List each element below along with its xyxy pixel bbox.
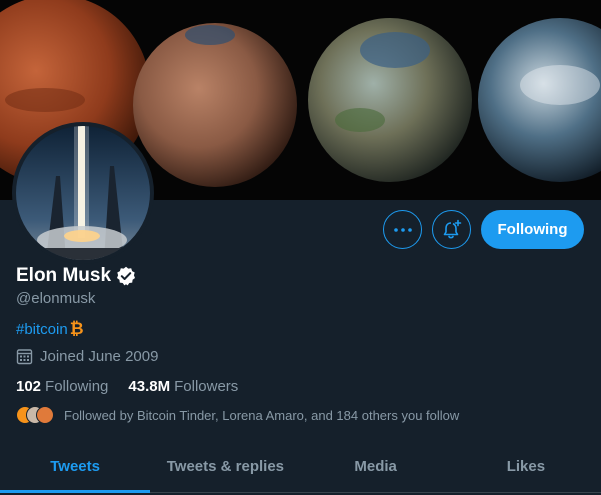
display-name: Elon Musk [16, 265, 112, 286]
followers-count: 43.8M [128, 378, 171, 395]
following-label: Following [45, 378, 109, 395]
profile-tabs: Tweets Tweets & replies Media Likes [0, 440, 601, 493]
more-options-button[interactable] [383, 210, 422, 249]
bio-hashtag-link[interactable]: #bitcoin [16, 321, 68, 338]
tab-media[interactable]: Media [301, 440, 451, 492]
join-date-text: Joined June 2009 [40, 348, 159, 365]
join-date: Joined June 2009 [16, 348, 158, 365]
tab-tweets-and-replies[interactable]: Tweets & replies [150, 440, 300, 492]
profile-name-row: Elon Musk [16, 265, 136, 287]
tab-tweets[interactable]: Tweets [0, 440, 151, 493]
tab-likes[interactable]: Likes [451, 440, 601, 492]
bitcoin-icon: ₿ [69, 319, 84, 338]
followers-label: Followers [174, 378, 239, 395]
following-count: 102 [16, 378, 42, 395]
profile-bio: #bitcoin ₿ [16, 319, 84, 339]
profile-avatar[interactable] [12, 122, 154, 264]
followed-by-row[interactable]: Followed by Bitcoin Tinder, Lorena Amaro… [16, 405, 459, 425]
calendar-icon [16, 348, 33, 365]
notifications-button[interactable] [432, 210, 471, 249]
followers-count-link[interactable]: 43.8M Followers [128, 378, 238, 395]
followed-by-text: Followed by Bitcoin Tinder, Lorena Amaro… [64, 407, 460, 423]
following-button[interactable]: Following [481, 210, 584, 249]
more-options-icon [393, 227, 412, 232]
verified-badge-icon [116, 266, 136, 286]
mutual-followers-avatars [16, 405, 56, 425]
avatar-image [16, 126, 150, 260]
follow-stats: 102 Following 43.8M Followers [16, 378, 258, 395]
following-count-link[interactable]: 102 Following [16, 378, 108, 395]
mutual-avatar [36, 406, 54, 424]
bell-plus-icon [443, 219, 461, 238]
profile-handle: @elonmusk [16, 290, 96, 307]
